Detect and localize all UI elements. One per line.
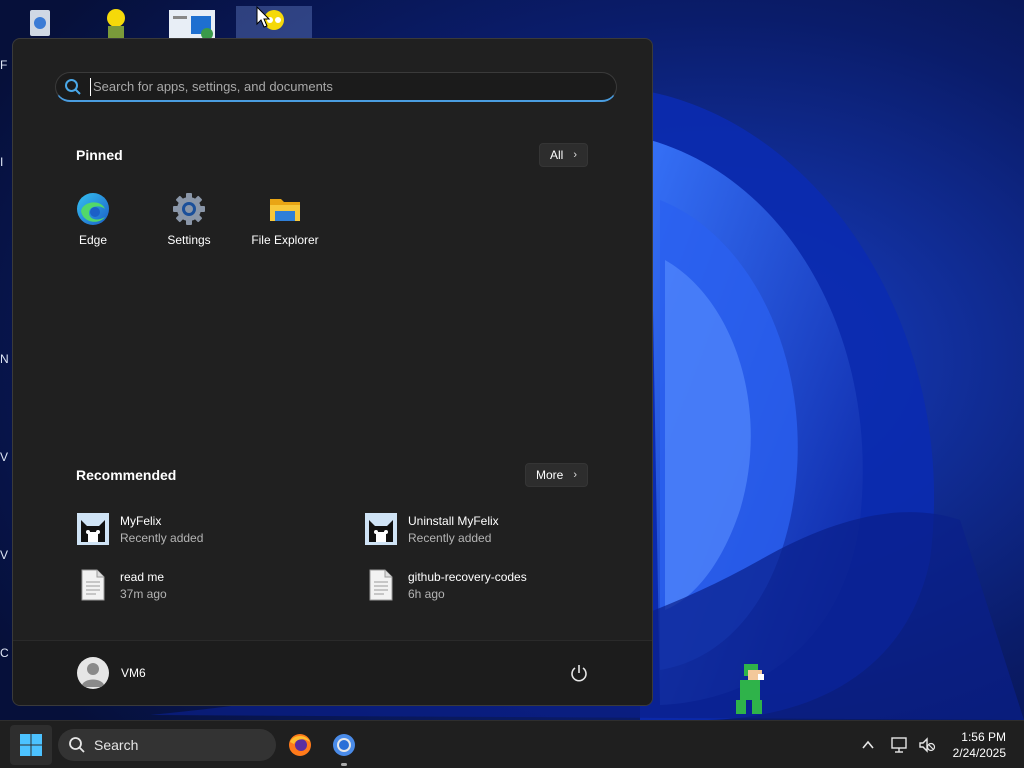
recommended-item-name: github-recovery-codes [408, 569, 527, 584]
user-name[interactable]: VM6 [121, 666, 146, 680]
power-icon[interactable] [569, 663, 589, 683]
desktop-label-fragment: V [0, 548, 9, 562]
chevron-right-icon: › [573, 469, 578, 481]
cartoon-character-icon[interactable] [84, 6, 148, 40]
taskbar: Search 1:56 PM 2/24/2025 [0, 720, 1024, 768]
desktop-label-fragment: C [0, 646, 9, 660]
start-button[interactable] [10, 725, 52, 765]
chevron-right-icon: › [573, 149, 578, 161]
clock[interactable]: 1:56 PM 2/24/2025 [953, 729, 1006, 761]
start-menu: Pinned All › Edge [12, 38, 653, 706]
desktop-mascot-icon[interactable] [730, 662, 770, 718]
desktop-label-fragment: N [0, 352, 9, 366]
clock-date: 2/24/2025 [952, 746, 1006, 760]
cat-app-icon [364, 512, 398, 546]
taskbar-firefox[interactable] [284, 729, 316, 761]
all-apps-label: All [550, 148, 564, 162]
volume-muted-icon[interactable] [917, 735, 937, 755]
recommended-item[interactable]: Uninstall MyFelix Recently added [364, 509, 499, 549]
recommended-item[interactable]: MyFelix Recently added [76, 509, 203, 549]
chevron-up-icon[interactable] [860, 737, 876, 753]
avatar[interactable] [77, 657, 109, 689]
document-icon [76, 568, 110, 602]
recommended-item-time: 37m ago [120, 586, 167, 601]
more-button[interactable]: More › [525, 463, 589, 487]
recommended-item-time: Recently added [408, 530, 492, 545]
chrome-icon [333, 734, 355, 756]
pinned-title: Pinned [76, 147, 123, 163]
pinned-app-settings[interactable]: Settings [143, 189, 235, 249]
pinned-app-label: File Explorer [251, 233, 319, 247]
folder-icon [270, 199, 300, 221]
gear-icon [173, 193, 205, 225]
recommended-item-name: read me [120, 569, 165, 584]
more-label: More [536, 468, 564, 482]
pinned-app-file-explorer[interactable]: File Explorer [239, 189, 331, 249]
taskbar-chrome[interactable] [328, 729, 360, 766]
taskbar-search[interactable]: Search [58, 729, 276, 761]
recommended-item-name: Uninstall MyFelix [408, 513, 499, 528]
cat-app-icon [76, 512, 110, 546]
recommended-item-time: 6h ago [408, 586, 445, 601]
cartoon-character-selected-icon[interactable] [236, 6, 312, 40]
pinned-app-edge[interactable]: Edge [47, 189, 139, 249]
desktop-label-fragment: I [0, 155, 4, 169]
recommended-item-name: MyFelix [120, 513, 162, 528]
window-app-icon[interactable] [160, 6, 224, 40]
user-icon [81, 663, 105, 687]
start-search-input[interactable] [90, 77, 616, 96]
recommended-item[interactable]: read me 37m ago [76, 565, 167, 605]
clock-time: 1:56 PM [961, 730, 1006, 744]
start-search-box[interactable] [55, 72, 617, 102]
recommended-item[interactable]: github-recovery-codes 6h ago [364, 565, 527, 605]
edge-icon [77, 193, 109, 225]
search-icon [69, 737, 85, 753]
document-icon [364, 568, 398, 602]
desktop-label-fragment: V [0, 450, 9, 464]
mouse-cursor-icon [256, 6, 270, 28]
recommended-item-time: Recently added [120, 530, 204, 545]
pinned-app-label: Settings [167, 233, 211, 247]
running-indicator [341, 763, 347, 766]
recommended-title: Recommended [76, 467, 177, 483]
recycle-bin-icon[interactable] [8, 6, 72, 40]
firefox-icon [289, 734, 311, 756]
taskbar-search-label: Search [94, 737, 139, 753]
search-icon [65, 78, 81, 95]
start-menu-footer: VM6 [13, 640, 652, 705]
windows-logo-icon [20, 734, 42, 756]
desktop-label-fragment: F [0, 58, 8, 72]
pinned-app-label: Edge [78, 233, 108, 247]
all-apps-button[interactable]: All › [539, 143, 589, 167]
network-icon[interactable] [890, 735, 910, 755]
